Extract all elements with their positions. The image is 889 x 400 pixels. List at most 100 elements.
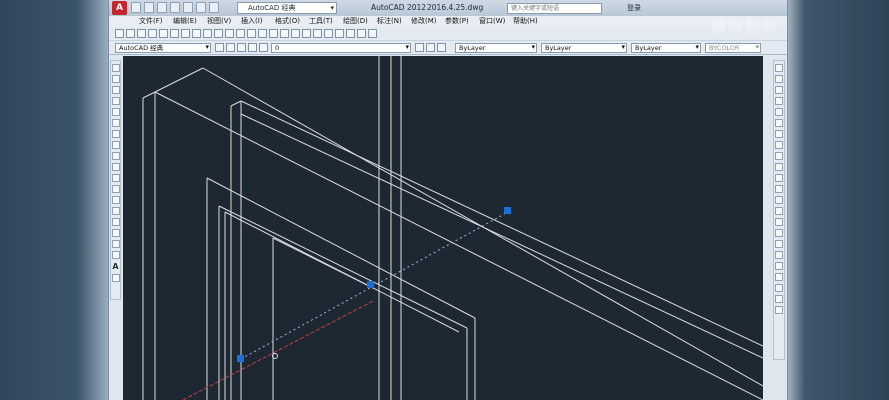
new-icon[interactable] bbox=[115, 29, 124, 38]
layer-previous-icon[interactable] bbox=[426, 43, 435, 52]
drawing-canvas[interactable] bbox=[123, 56, 763, 400]
layer-freeze-icon[interactable] bbox=[248, 43, 257, 52]
save-as-icon[interactable] bbox=[170, 2, 180, 13]
arc-icon[interactable] bbox=[111, 119, 120, 127]
menu-item[interactable]: 绘图(D) bbox=[343, 16, 377, 27]
preview-icon[interactable] bbox=[159, 29, 168, 38]
copy-icon[interactable] bbox=[192, 29, 201, 38]
calculator-icon[interactable] bbox=[357, 29, 366, 38]
spline-icon[interactable] bbox=[111, 152, 120, 160]
array-icon[interactable] bbox=[775, 108, 783, 116]
ellipse-arc-icon[interactable] bbox=[111, 174, 120, 182]
rectangle-icon[interactable] bbox=[111, 108, 120, 116]
workspace-select[interactable]: AutoCAD 经典 bbox=[237, 2, 337, 14]
layer-combo[interactable]: 0 bbox=[271, 43, 411, 53]
ellipse-icon[interactable] bbox=[111, 163, 120, 171]
menu-item[interactable]: 文件(F) bbox=[139, 16, 173, 27]
make-current-layer-icon[interactable] bbox=[415, 43, 424, 52]
layer-on-icon[interactable] bbox=[237, 43, 246, 52]
polygon-icon[interactable] bbox=[111, 97, 120, 105]
zoom-window-icon[interactable] bbox=[280, 29, 289, 38]
zoom-realtime-icon[interactable] bbox=[269, 29, 278, 38]
chamfer-icon[interactable] bbox=[775, 218, 783, 226]
publish-icon[interactable] bbox=[170, 29, 179, 38]
circle-icon[interactable] bbox=[111, 130, 120, 138]
design-center-icon[interactable] bbox=[313, 29, 322, 38]
linetype-combo[interactable]: ByLayer bbox=[541, 43, 627, 53]
revision-cloud-icon[interactable] bbox=[111, 141, 120, 149]
menu-item[interactable]: 帮助(H) bbox=[513, 16, 547, 27]
save-icon[interactable] bbox=[137, 29, 146, 38]
menu-item[interactable]: 编辑(E) bbox=[173, 16, 207, 27]
layer-lock-icon[interactable] bbox=[259, 43, 268, 52]
workspace-settings-icon[interactable] bbox=[215, 43, 224, 52]
zoom-previous-icon[interactable] bbox=[291, 29, 300, 38]
markup-icon[interactable] bbox=[346, 29, 355, 38]
workspace-combo[interactable]: AutoCAD 经典 bbox=[115, 43, 211, 53]
osnap-nearest-icon[interactable] bbox=[775, 306, 783, 314]
menu-item[interactable]: 视图(V) bbox=[207, 16, 241, 27]
break-icon[interactable] bbox=[775, 196, 783, 204]
menu-item[interactable]: 插入(I) bbox=[241, 16, 275, 27]
login-button[interactable]: 登录 bbox=[627, 3, 641, 13]
fillet-icon[interactable] bbox=[775, 229, 783, 237]
make-block-icon[interactable] bbox=[111, 196, 120, 204]
color-combo[interactable]: ByLayer bbox=[455, 43, 537, 53]
break-at-point-icon[interactable] bbox=[775, 185, 783, 193]
cut-icon[interactable] bbox=[181, 29, 190, 38]
gradient-icon[interactable] bbox=[111, 229, 120, 237]
osnap-endpoint-icon[interactable] bbox=[775, 251, 783, 259]
join-icon[interactable] bbox=[775, 207, 783, 215]
menu-item[interactable]: 参数(P) bbox=[445, 16, 479, 27]
osnap-perpendicular-icon[interactable] bbox=[775, 295, 783, 303]
print-icon[interactable] bbox=[183, 2, 193, 13]
menu-item[interactable]: 标注(N) bbox=[377, 16, 411, 27]
scale-icon[interactable] bbox=[775, 141, 783, 149]
menu-item[interactable]: 工具(T) bbox=[309, 16, 343, 27]
hatch-icon[interactable] bbox=[111, 218, 120, 226]
rotate-icon[interactable] bbox=[775, 130, 783, 138]
print-icon[interactable] bbox=[148, 29, 157, 38]
undo-icon[interactable] bbox=[196, 2, 206, 13]
copy-icon[interactable] bbox=[775, 75, 783, 83]
move-icon[interactable] bbox=[775, 119, 783, 127]
line-icon[interactable] bbox=[111, 64, 120, 72]
table-icon[interactable] bbox=[111, 251, 120, 259]
redo-icon[interactable] bbox=[209, 2, 219, 13]
explode-icon[interactable] bbox=[775, 240, 783, 248]
extend-icon[interactable] bbox=[775, 174, 783, 182]
drawing-svg[interactable] bbox=[123, 56, 763, 400]
layer-states-icon[interactable] bbox=[437, 43, 446, 52]
block-editor-icon[interactable] bbox=[225, 29, 234, 38]
open-icon[interactable] bbox=[126, 29, 135, 38]
osnap-midpoint-icon[interactable] bbox=[775, 262, 783, 270]
pan-icon[interactable] bbox=[258, 29, 267, 38]
properties-icon[interactable] bbox=[302, 29, 311, 38]
trim-icon[interactable] bbox=[775, 163, 783, 171]
sheet-set-icon[interactable] bbox=[335, 29, 344, 38]
match-properties-icon[interactable] bbox=[214, 29, 223, 38]
mirror-icon[interactable] bbox=[775, 86, 783, 94]
search-input[interactable]: 键入关键字或短语 bbox=[507, 3, 602, 14]
open-file-icon[interactable] bbox=[144, 2, 154, 13]
stretch-icon[interactable] bbox=[775, 152, 783, 160]
point-icon[interactable] bbox=[111, 207, 120, 215]
lineweight-combo[interactable]: ByLayer bbox=[631, 43, 701, 53]
layer-properties-icon[interactable] bbox=[226, 43, 235, 52]
paste-icon[interactable] bbox=[203, 29, 212, 38]
save-icon[interactable] bbox=[157, 2, 167, 13]
new-file-icon[interactable] bbox=[131, 2, 141, 13]
undo-icon[interactable] bbox=[236, 29, 245, 38]
menu-item[interactable]: 窗口(W) bbox=[479, 16, 513, 27]
multiline-text-icon[interactable]: A bbox=[112, 262, 118, 271]
tool-palettes-icon[interactable] bbox=[324, 29, 333, 38]
insert-block-icon[interactable] bbox=[111, 185, 120, 193]
offset-icon[interactable] bbox=[775, 97, 783, 105]
menu-item[interactable]: 格式(O) bbox=[275, 16, 309, 27]
polyline-icon[interactable] bbox=[111, 86, 120, 94]
autocad-logo-icon[interactable]: A bbox=[112, 1, 127, 15]
menu-item[interactable]: 修改(M) bbox=[411, 16, 445, 27]
erase-icon[interactable] bbox=[775, 64, 783, 72]
region-icon[interactable] bbox=[111, 240, 120, 248]
osnap-center-icon[interactable] bbox=[775, 284, 783, 292]
